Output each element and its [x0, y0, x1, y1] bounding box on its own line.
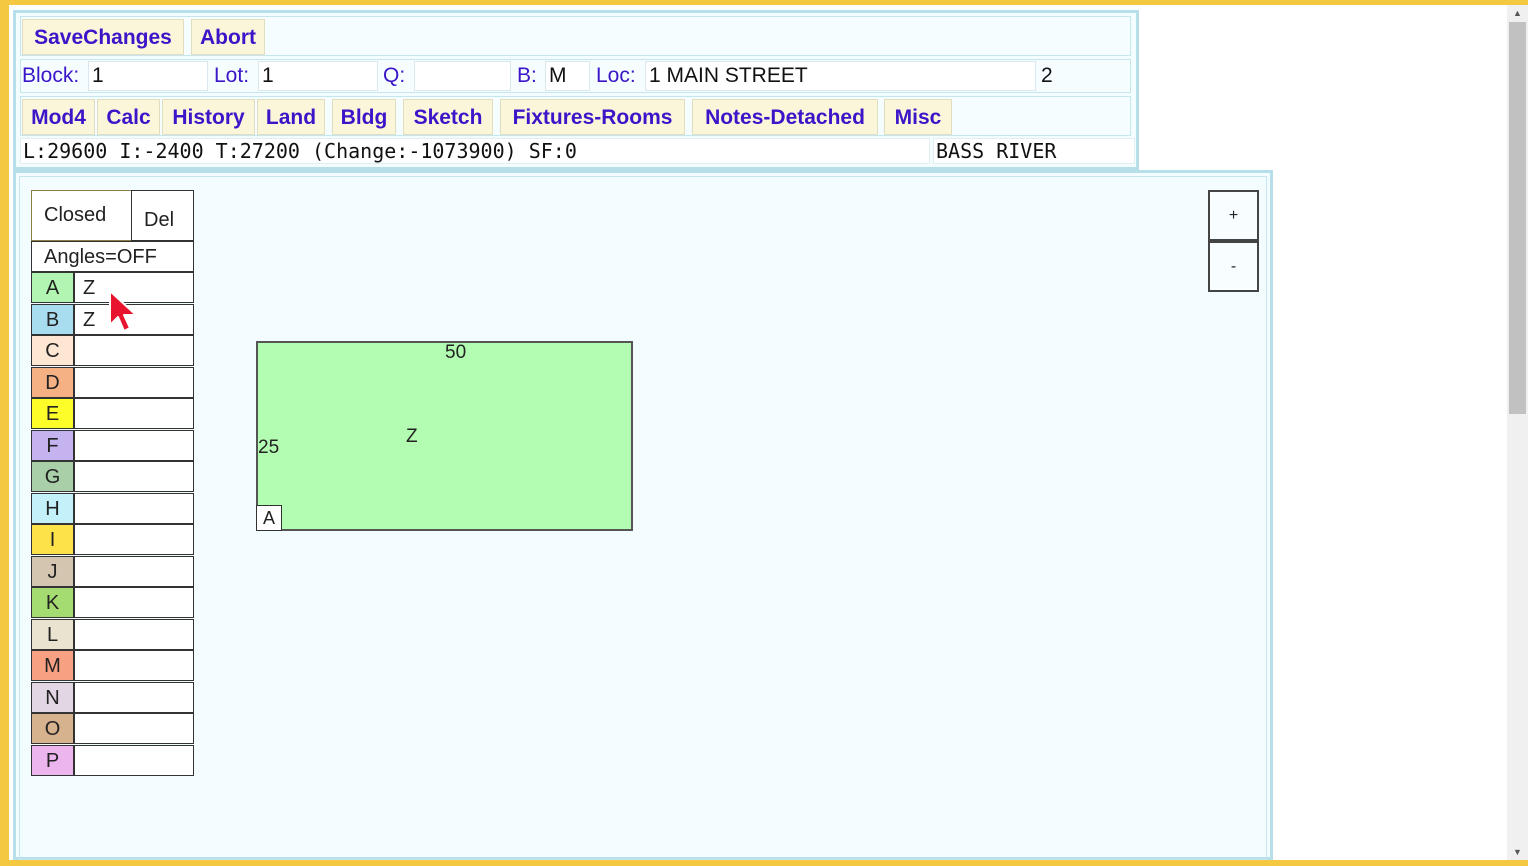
area-code-field-n[interactable] — [74, 682, 194, 713]
tab-calc[interactable]: Calc — [97, 99, 160, 135]
record-bar: Block: 1 Lot: 1 Q: B: M Loc: 1 MAIN STRE… — [20, 59, 1131, 93]
window-frame-left — [0, 0, 9, 866]
area-letter-b[interactable]: B — [31, 304, 74, 335]
tab-sketch[interactable]: Sketch — [403, 99, 493, 135]
tab-bldg[interactable]: Bldg — [332, 99, 396, 135]
scroll-thumb[interactable] — [1509, 22, 1526, 414]
header-panel: SaveChanges Abort Block: 1 Lot: 1 Q: B: … — [13, 10, 1139, 170]
area-code-label: Z — [406, 426, 418, 447]
width-dimension-label: 50 — [445, 342, 467, 363]
area-letter-d[interactable]: D — [31, 367, 74, 398]
town-name: BASS RIVER — [933, 138, 1135, 164]
delete-button[interactable]: Del — [131, 190, 194, 241]
vertical-scrollbar[interactable]: ▲ ▼ — [1507, 5, 1528, 860]
mouse-cursor-icon — [109, 290, 137, 332]
save-changes-button[interactable]: SaveChanges — [22, 19, 184, 55]
zoom-out-button[interactable]: - — [1208, 241, 1259, 292]
values-summary: L:29600 I:-2400 T:27200 (Change:-1073900… — [20, 138, 930, 164]
area-letter-c[interactable]: C — [31, 335, 74, 366]
tab-history[interactable]: History — [162, 99, 255, 135]
sketch-area-shape[interactable] — [256, 341, 633, 531]
area-code-field-m[interactable] — [74, 650, 194, 681]
loc-field[interactable]: 1 MAIN STREET — [645, 61, 1036, 91]
scroll-down-arrow-icon[interactable]: ▼ — [1507, 845, 1528, 860]
area-letter-p[interactable]: P — [31, 745, 74, 776]
area-letter-o[interactable]: O — [31, 713, 74, 744]
area-letter-a[interactable]: A — [31, 272, 74, 303]
area-code-field-h[interactable] — [74, 493, 194, 524]
loc-label: Loc: — [596, 64, 636, 87]
height-dimension-label: 25 — [258, 437, 280, 458]
tab-mod4[interactable]: Mod4 — [22, 99, 95, 135]
card-number: 2 — [1041, 64, 1053, 87]
summary-bar: L:29600 I:-2400 T:27200 (Change:-1073900… — [20, 138, 1135, 164]
lot-field[interactable]: 1 — [258, 61, 378, 91]
area-code-field-d[interactable] — [74, 367, 194, 398]
area-letter-j[interactable]: J — [31, 556, 74, 587]
zoom-in-button[interactable]: + — [1208, 190, 1259, 241]
area-letter-tag: A — [256, 505, 282, 531]
area-letter-l[interactable]: L — [31, 619, 74, 650]
window-frame-top — [0, 0, 1528, 5]
action-bar: SaveChanges Abort — [20, 16, 1131, 56]
nav-tabs: Mod4 Calc History Land Bldg Sketch Fixtu… — [20, 96, 1131, 136]
b-field[interactable]: M — [545, 61, 590, 91]
area-letter-i[interactable]: I — [31, 524, 74, 555]
sketch-canvas[interactable] — [19, 176, 1267, 860]
area-code-field-o[interactable] — [74, 713, 194, 744]
tab-notes-detached[interactable]: Notes-Detached — [692, 99, 878, 135]
area-letter-e[interactable]: E — [31, 398, 74, 429]
tab-fixtures-rooms[interactable]: Fixtures-Rooms — [500, 99, 685, 135]
lot-label: Lot: — [214, 64, 250, 87]
closed-button[interactable]: Closed — [31, 190, 132, 241]
block-field[interactable]: 1 — [88, 61, 208, 91]
area-letter-h[interactable]: H — [31, 493, 74, 524]
q-field[interactable] — [414, 61, 511, 91]
scroll-up-arrow-icon[interactable]: ▲ — [1507, 5, 1528, 22]
area-code-field-j[interactable] — [74, 556, 194, 587]
area-letter-f[interactable]: F — [31, 430, 74, 461]
abort-button[interactable]: Abort — [191, 19, 265, 55]
block-label: Block: — [22, 64, 80, 87]
window-frame-bottom — [0, 860, 1528, 866]
area-code-field-c[interactable] — [74, 335, 194, 366]
area-letter-k[interactable]: K — [31, 587, 74, 618]
q-label: Q: — [383, 64, 406, 87]
sketch-canvas-panel — [13, 170, 1273, 860]
area-code-field-p[interactable] — [74, 745, 194, 776]
b-label: B: — [517, 64, 537, 87]
area-code-field-g[interactable] — [74, 461, 194, 492]
area-code-field-l[interactable] — [74, 619, 194, 650]
area-letter-n[interactable]: N — [31, 682, 74, 713]
area-code-field-f[interactable] — [74, 430, 194, 461]
area-code-field-e[interactable] — [74, 398, 194, 429]
tab-land[interactable]: Land — [257, 99, 325, 135]
area-letter-g[interactable]: G — [31, 461, 74, 492]
area-code-field-k[interactable] — [74, 587, 194, 618]
area-code-field-i[interactable] — [74, 524, 194, 555]
area-letter-m[interactable]: M — [31, 650, 74, 681]
tab-misc[interactable]: Misc — [884, 99, 952, 135]
angles-toggle[interactable]: Angles=OFF — [31, 241, 194, 272]
